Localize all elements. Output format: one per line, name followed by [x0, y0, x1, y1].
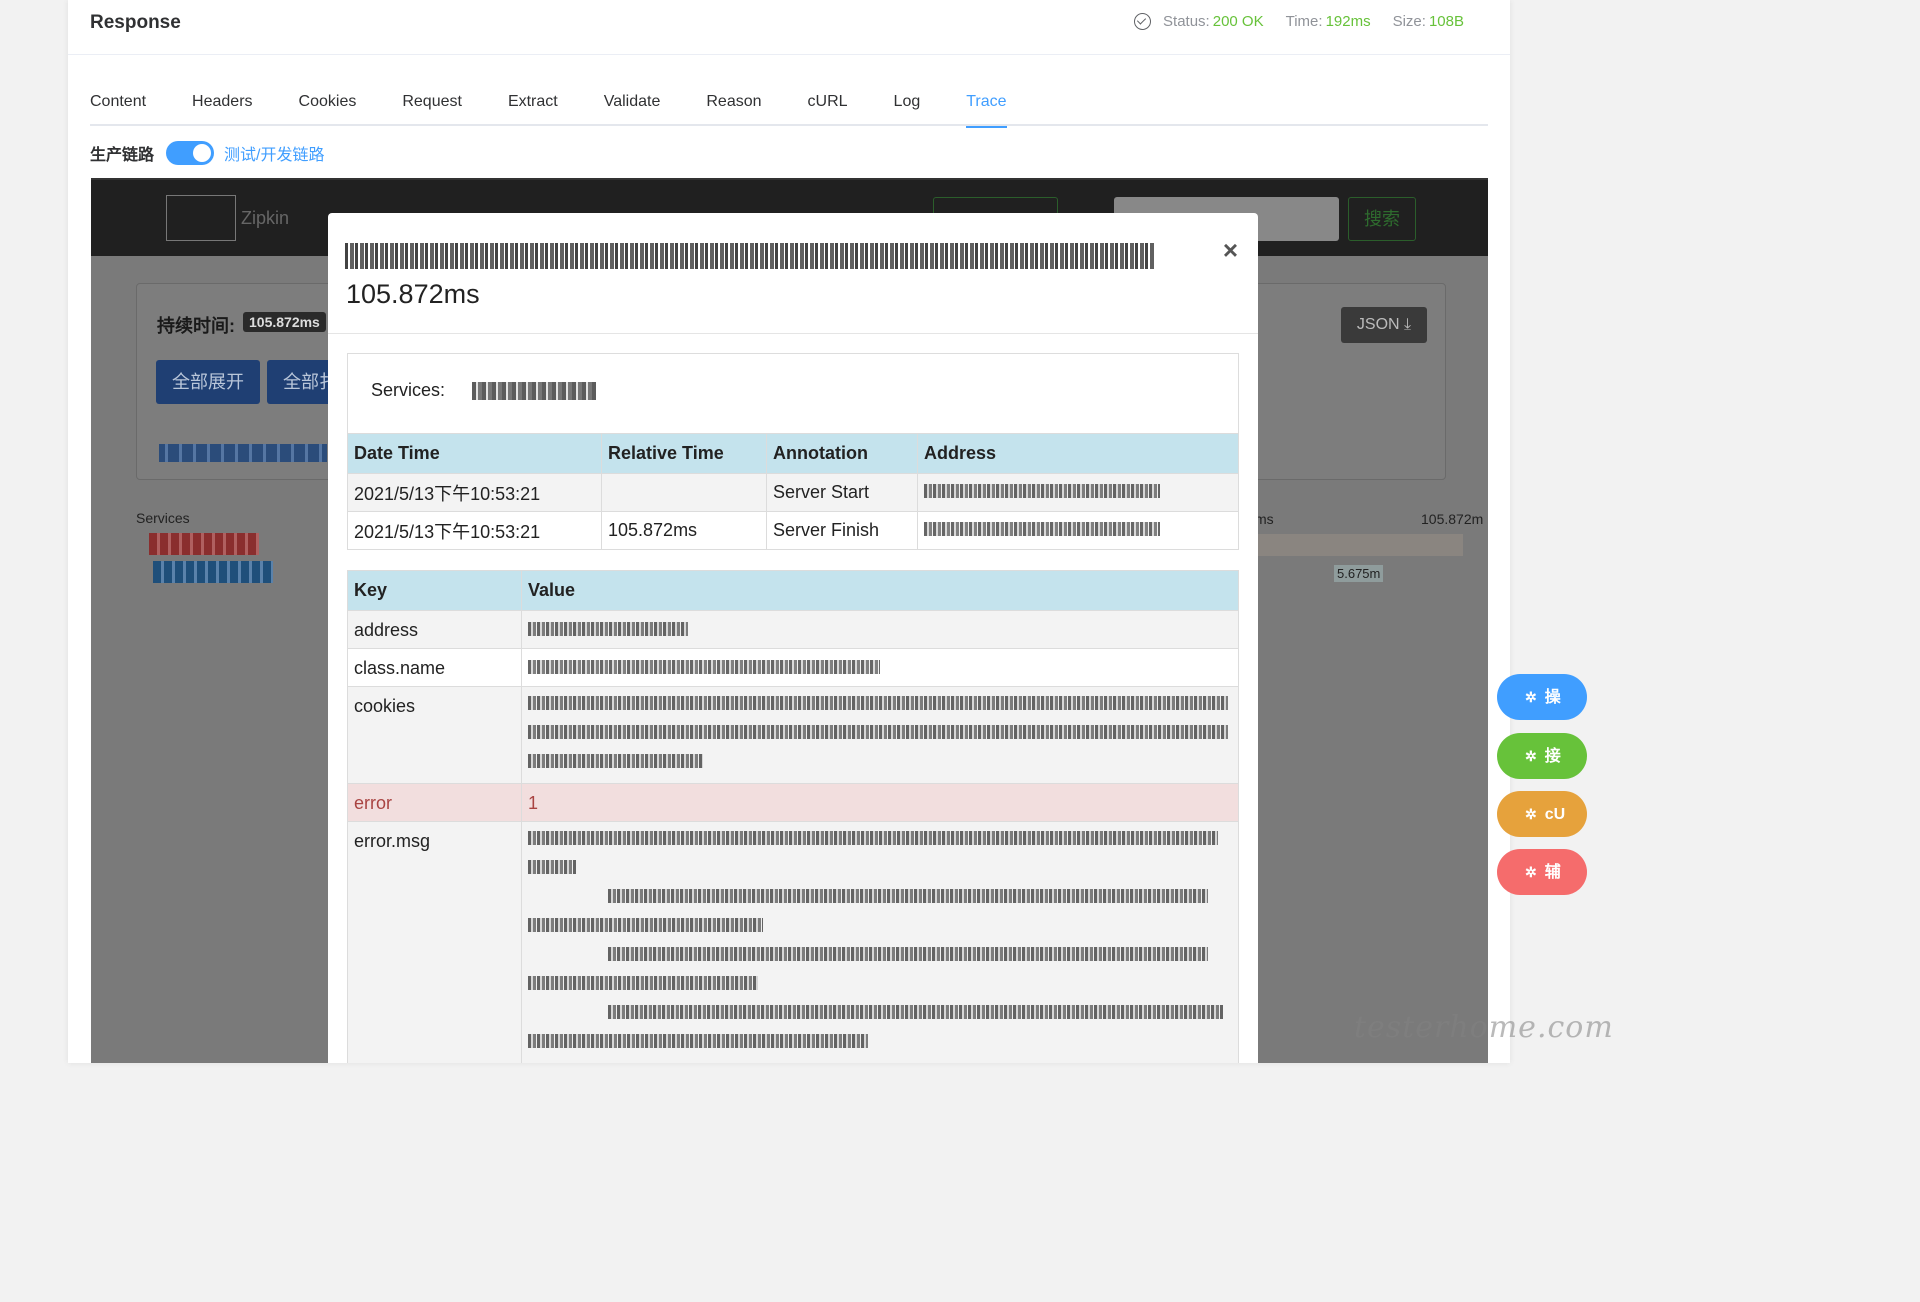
modal-title-time: 105.872ms — [346, 279, 480, 309]
date-time-cell: 2021/5/13下午10:53:21 — [347, 473, 602, 512]
annotation-cell: Server Start — [766, 473, 918, 512]
response-tabs: Content Headers Cookies Request Extract … — [90, 86, 1488, 128]
services-label: Services — [136, 510, 190, 526]
tab-headers[interactable]: Headers — [192, 86, 252, 126]
tag-key: class.name — [347, 648, 522, 687]
column-header: Address — [917, 433, 1239, 474]
tag-key: address — [347, 610, 522, 649]
tag-value — [521, 821, 1239, 1063]
tag-key: error — [347, 783, 522, 822]
response-header: Response Status: 200 OK Time: 192ms Size: 1… — [68, 0, 1510, 55]
tag-value — [521, 648, 1239, 687]
column-header: Key — [347, 570, 522, 611]
relative-time-cell — [601, 473, 767, 512]
service-row[interactable] — [149, 533, 259, 555]
timeline-row — [1233, 534, 1463, 556]
span-time: 5.675m — [1334, 565, 1384, 582]
tab-request[interactable]: Request — [402, 86, 462, 126]
status-value: 200 OK — [1212, 13, 1264, 30]
expand-all-button[interactable]: 全部展开 — [156, 360, 260, 404]
address-cell — [917, 511, 1239, 550]
tag-value — [521, 686, 1239, 784]
loading-icon: ✲ — [1525, 689, 1537, 705]
response-meta: Status: 200 OK Time: 192ms Size: 108B — [1134, 13, 1464, 30]
side-action-button[interactable]: ✲ 辅 — [1497, 849, 1587, 895]
column-header: Relative Time — [601, 433, 767, 474]
tab-trace[interactable]: Trace — [966, 86, 1007, 128]
tab-log[interactable]: Log — [894, 86, 921, 126]
tag-key: cookies — [347, 686, 522, 784]
tag-value: 1 — [521, 783, 1239, 822]
time-info: Time: 192ms — [1285, 13, 1371, 30]
services-label: Services: — [371, 380, 446, 400]
zipkin-search-button[interactable]: 搜索 — [1348, 197, 1416, 241]
table-row: error.msg — [347, 821, 1239, 1063]
time-value: 192ms — [1325, 13, 1371, 30]
tags-table: Key Value address class.name cookies err… — [347, 570, 1239, 1063]
service-row[interactable] — [153, 561, 273, 583]
tab-reason[interactable]: Reason — [706, 86, 761, 126]
loading-icon: ✲ — [1525, 864, 1537, 880]
production-chain-label: 生产链路 — [90, 147, 155, 164]
chain-toggle[interactable] — [166, 141, 215, 165]
tab-validate[interactable]: Validate — [604, 86, 661, 126]
check-circle-icon — [1134, 13, 1152, 30]
zipkin-brand[interactable]: Zipkin — [241, 208, 289, 229]
loading-icon: ✲ — [1525, 748, 1537, 764]
table-row: 2021/5/13下午10:53:21 105.872ms Server Fin… — [347, 511, 1239, 550]
address-value — [924, 484, 1160, 498]
column-header: Annotation — [766, 433, 918, 474]
modal-header: 105.872ms × — [328, 213, 1258, 334]
status-info: Status: 200 OK — [1163, 13, 1264, 30]
side-action-button[interactable]: ✲ 接 — [1497, 733, 1587, 779]
side-action-button[interactable]: ✲ 操 — [1497, 674, 1587, 720]
duration-label: 持续时间: — [157, 316, 235, 336]
table-row: address — [347, 610, 1239, 649]
tab-cookies[interactable]: Cookies — [299, 86, 357, 126]
table-row: 2021/5/13下午10:53:21 Server Start — [347, 473, 1239, 512]
table-row: class.name — [347, 648, 1239, 687]
address-value — [924, 522, 1160, 536]
duration-badge: 105.872ms — [243, 312, 326, 332]
chain-switch-row: 生产链路 测试/开发链路 — [90, 141, 324, 165]
response-title: Response — [90, 12, 181, 33]
test-dev-chain-label: 测试/开发链路 — [224, 147, 325, 164]
tag-value — [521, 610, 1239, 649]
service-filter-bar — [159, 444, 327, 462]
annotations-table: Date Time Relative Time Annotation Addre… — [347, 433, 1239, 550]
tab-content[interactable]: Content — [90, 86, 146, 126]
tab-extract[interactable]: Extract — [508, 86, 558, 126]
download-icon: ⤓ — [1404, 316, 1412, 333]
relative-time-cell: 105.872ms — [601, 511, 767, 550]
span-detail-modal: 105.872ms × Services: Date Time Relative… — [328, 213, 1258, 1063]
column-header: Value — [521, 570, 1239, 611]
json-download-button[interactable]: JSON ⤓ — [1341, 307, 1427, 343]
side-action-button[interactable]: ✲ cU — [1497, 791, 1587, 837]
loading-icon: ✲ — [1525, 806, 1537, 822]
services-value — [472, 382, 596, 400]
modal-title-path — [345, 243, 1155, 269]
size-info: Size: 108B — [1392, 13, 1464, 30]
address-cell — [917, 473, 1239, 512]
column-header: Date Time — [347, 433, 602, 474]
tag-key: error.msg — [347, 821, 522, 1063]
watermark: testerhome.com — [1354, 1010, 1614, 1045]
tab-curl[interactable]: cURL — [808, 86, 848, 126]
annotation-cell: Server Finish — [766, 511, 918, 550]
timeline-total: 105.872m — [1421, 511, 1484, 527]
close-icon[interactable]: × — [1223, 235, 1238, 266]
services-box: Services: — [347, 353, 1239, 433]
table-row: cookies — [347, 686, 1239, 784]
date-time-cell: 2021/5/13下午10:53:21 — [347, 511, 602, 550]
zipkin-logo-image — [166, 195, 236, 241]
size-value: 108B — [1428, 13, 1464, 30]
table-row: error 1 — [347, 783, 1239, 822]
